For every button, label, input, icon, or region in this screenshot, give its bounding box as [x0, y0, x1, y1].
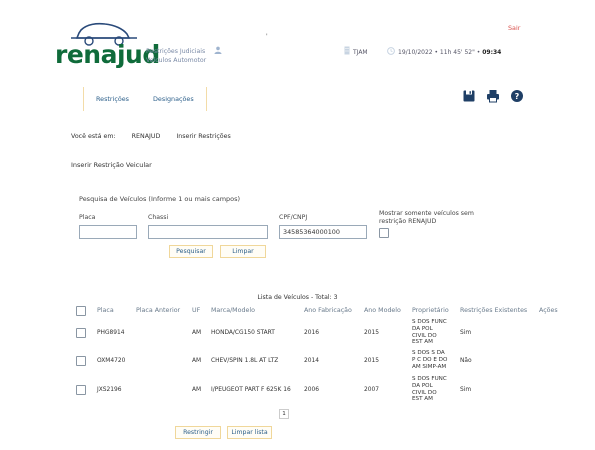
col-header-acoes: Ações: [539, 307, 558, 314]
mostrar-label-line-2: restrição RENAJUD: [379, 217, 437, 225]
logo-tagline: Restrições Judiciais Veículos Automotor: [146, 47, 216, 65]
main-nav: Restrições Designações: [83, 87, 207, 111]
cell-proprietario: S DOS FUNC DA POL CIVIL DO EST AM: [412, 319, 456, 346]
row-checkbox[interactable]: [76, 385, 86, 395]
cell-marca-modelo: I/PEUGEOT PART F 625K 16: [211, 387, 291, 393]
breadcrumb-item-renajud[interactable]: RENAJUD: [132, 133, 161, 140]
search-title: Pesquisa de Veículos (Informe 1 ou mais …: [79, 195, 241, 203]
user-icon: [214, 46, 222, 54]
help-icon[interactable]: ?: [510, 89, 524, 103]
placa-label: Placa: [79, 214, 96, 221]
tagline-line-2: Veículos Automotor: [146, 57, 207, 64]
logout-link[interactable]: Sair: [508, 24, 520, 32]
cell-ano-fabricacao: 2016: [304, 330, 319, 336]
cell-ano-modelo: 2007: [364, 387, 379, 393]
cell-ano-modelo: 2015: [364, 358, 379, 364]
cell-ano-fabricacao: 2014: [304, 358, 319, 364]
cell-uf: AM: [192, 330, 202, 336]
cell-restricoes: Não: [460, 358, 472, 364]
session-datetime: 19/10/2022 • 11h 45' 52" • 09:34: [398, 49, 501, 56]
owner-line: S DOS FUNC: [412, 319, 447, 325]
breadcrumb-item-inserir: Inserir Restrições: [176, 133, 231, 140]
row-checkbox[interactable]: [76, 356, 86, 366]
cell-restricoes: Sim: [460, 387, 472, 393]
owner-line: DA POL: [412, 382, 433, 389]
owner-line: CIVIL DO: [412, 389, 437, 396]
datetime-date: 19/10/2022 • 11h 45' 52" •: [398, 49, 481, 56]
print-icon[interactable]: [486, 89, 500, 103]
chassi-label: Chassi: [148, 214, 169, 221]
mostrar-sem-restricao-checkbox[interactable]: [379, 228, 389, 238]
cell-uf: AM: [192, 387, 202, 393]
col-header-ano-modelo: Ano Modelo: [364, 307, 401, 314]
col-header-marca-modelo: Marca/Modelo: [211, 307, 255, 314]
svg-text:?: ?: [515, 92, 520, 101]
nav-item-designacoes[interactable]: Designações: [141, 87, 206, 111]
owner-line: EST AM: [412, 396, 433, 403]
cell-proprietario: S DOS FUNC DA POL CIVIL DO EST AM: [412, 376, 456, 403]
owner-line: P C DO E DO: [412, 356, 448, 363]
owner-line: EST AM: [412, 339, 433, 346]
col-header-restricoes: Restrições Existentes: [460, 307, 528, 314]
datetime-time: 09:34: [482, 49, 502, 56]
cpf-cnpj-label: CPF/CNPJ: [279, 214, 308, 221]
pesquisar-button[interactable]: Pesquisar: [169, 245, 213, 258]
vehicle-list-title: Lista de Veículos - Total: 3: [257, 294, 338, 301]
cell-restricoes: Sim: [460, 330, 472, 336]
header: renajud Restrições Judiciais Veículos Au…: [0, 0, 595, 80]
limpar-button[interactable]: Limpar: [220, 245, 266, 258]
cell-placa: OXM4720: [97, 358, 126, 364]
mostrar-label-line-1: Mostrar somente veículos sem: [379, 210, 474, 217]
owner-line: S DOS FUNC: [412, 376, 447, 382]
save-icon[interactable]: [462, 89, 476, 103]
owner-line: CIVIL DO: [412, 332, 437, 339]
tagline-line-1: Restrições Judiciais: [146, 48, 206, 55]
owner-line: DA POL: [412, 325, 433, 332]
cell-ano-modelo: 2015: [364, 330, 379, 336]
cell-uf: AM: [192, 358, 202, 364]
owner-line: S DOS S DA: [412, 350, 445, 356]
cell-ano-fabricacao: 2006: [304, 387, 319, 393]
chassi-input[interactable]: [148, 225, 268, 239]
user-name-mark: ': [266, 33, 268, 40]
col-header-proprietario: Proprietário: [412, 307, 449, 314]
cell-marca-modelo: CHEV/SPIN 1.8L AT LTZ: [211, 358, 279, 364]
organization-label: TJAM: [353, 49, 368, 56]
cell-placa: JXS2196: [97, 387, 122, 393]
col-header-uf: UF: [192, 307, 201, 314]
cpf-cnpj-input[interactable]: [279, 225, 367, 239]
toolbar: ?: [462, 89, 524, 103]
cell-proprietario: S DOS S DA P C DO E DO AM SIMP-AM: [412, 350, 456, 370]
nav-item-restricoes[interactable]: Restrições: [84, 87, 141, 111]
clock-icon: [387, 47, 395, 55]
col-header-placa: Placa: [97, 307, 114, 314]
limpar-lista-button[interactable]: Limpar lista: [227, 426, 272, 439]
row-checkbox[interactable]: [76, 328, 86, 338]
cell-placa: PHG8914: [97, 330, 125, 336]
col-header-ano-fabricacao: Ano Fabricação: [304, 307, 352, 314]
cell-marca-modelo: HONDA/CG150 START: [211, 330, 275, 336]
breadcrumb-prefix: Você está em:: [71, 133, 116, 140]
restringir-button[interactable]: Restringir: [175, 426, 221, 439]
placa-input[interactable]: [79, 225, 137, 239]
logo-wordmark: renajud: [55, 40, 160, 69]
page-title: Inserir Restrição Veicular: [71, 161, 152, 169]
mostrar-sem-restricao-label: Mostrar somente veículos sem restrição R…: [379, 210, 474, 225]
owner-line: AM SIMP-AM: [412, 363, 447, 370]
building-icon: [344, 46, 350, 55]
breadcrumb: Você está em: RENAJUD Inserir Restrições: [71, 133, 245, 140]
pagination-page-1[interactable]: 1: [279, 409, 289, 419]
col-header-placa-anterior: Placa Anterior: [136, 307, 181, 314]
select-all-checkbox[interactable]: [76, 306, 86, 316]
